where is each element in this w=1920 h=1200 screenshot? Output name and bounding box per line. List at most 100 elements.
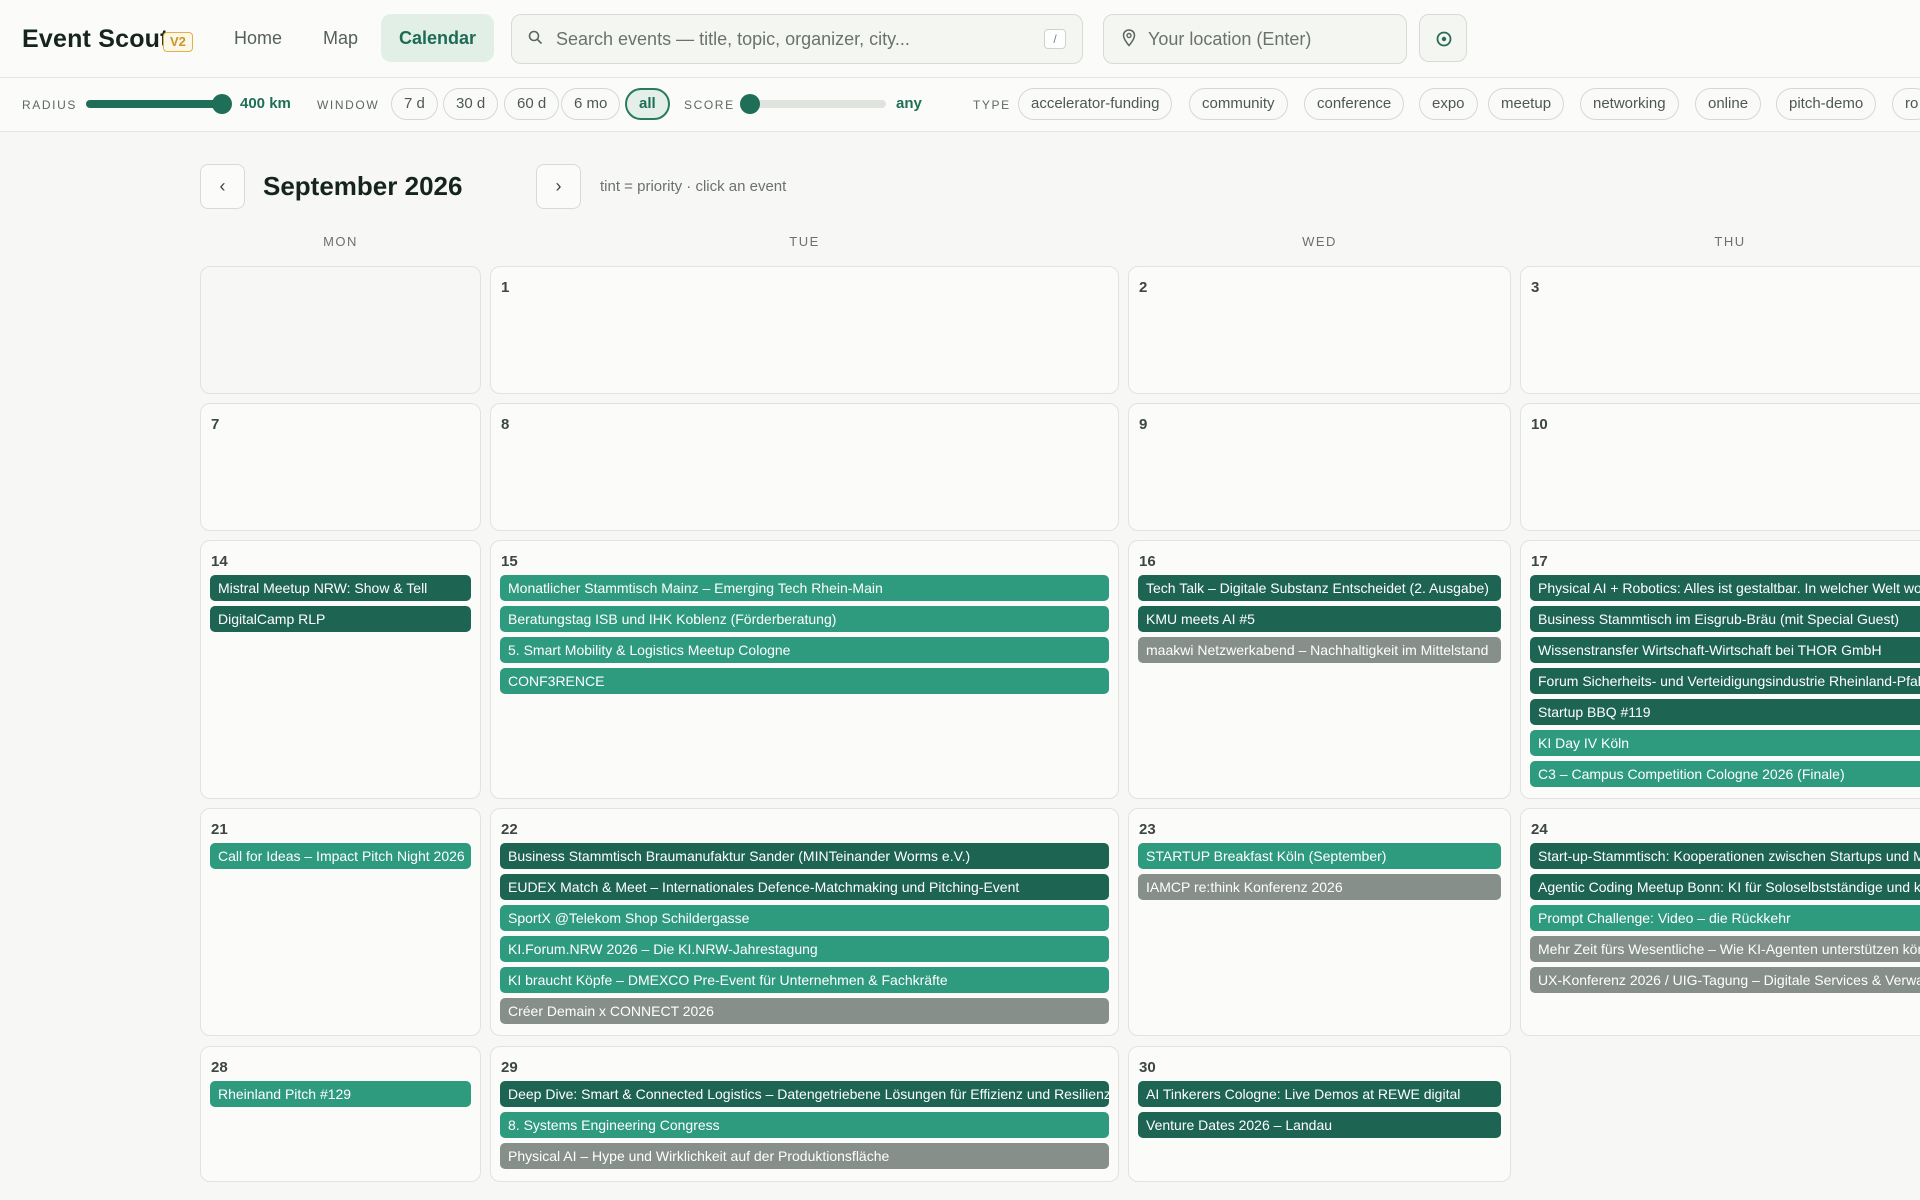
day-cell[interactable]: 28 Rheinland Pitch #129 [200,1046,481,1182]
day-cell[interactable]: 10 [1520,403,1920,531]
location-input[interactable]: Your location (Enter) [1103,14,1407,64]
event-chip[interactable]: Business Stammtisch Braumanufaktur Sande… [500,843,1109,869]
event-chip[interactable]: 5. Smart Mobility & Logistics Meetup Col… [500,637,1109,663]
score-slider[interactable] [740,92,888,116]
type-chip[interactable]: pitch-demo [1776,88,1877,120]
type-chip[interactable]: conference [1304,88,1405,120]
type-chip[interactable]: community [1189,88,1288,120]
event-chip[interactable]: 8. Systems Engineering Congress [500,1112,1109,1138]
day-cell[interactable]: 22 Business Stammtisch Braumanufaktur San… [490,808,1119,1036]
event-chip[interactable]: DigitalCamp RLP [210,606,471,632]
prev-month-button[interactable]: ‹ [200,164,245,209]
weekday-wed: WED [1302,234,1337,249]
event-chip[interactable]: IAMCP re:think Konferenz 2026 [1138,874,1501,900]
radius-slider[interactable] [86,92,232,116]
day-cell[interactable]: 2 [1128,266,1511,394]
event-chip[interactable]: Startup BBQ #119 [1530,699,1920,725]
event-chip[interactable]: Physical AI – Hype und Wirklichkeit auf … [500,1143,1109,1169]
event-chip[interactable]: Mistral Meetup NRW: Show & Tell [210,575,471,601]
day-cell[interactable]: 15 Monatlicher Stammtisch Mainz – Emergin… [490,540,1119,799]
day-cell[interactable] [200,266,481,394]
radius-fill [86,100,222,108]
day-number: 17 [1531,553,1548,570]
day-number: 28 [211,1059,228,1076]
event-chip[interactable]: AI Tinkerers Cologne: Live Demos at REWE… [1138,1081,1501,1107]
day-number: 21 [211,821,228,838]
event-list: Deep Dive: Smart & Connected Logistics –… [500,1081,1109,1174]
radius-value: 400 km [240,95,291,112]
event-list: Mistral Meetup NRW: Show & Tell DigitalCa… [210,575,471,637]
window-7d[interactable]: 7 d [391,88,438,120]
window-6mo[interactable]: 6 mo [561,88,621,120]
event-chip[interactable]: Prompt Challenge: Video – die Rückkehr [1530,905,1920,931]
day-cell[interactable]: 23 STARTUP Breakfast Köln (September) IAMC… [1128,808,1511,1036]
event-chip[interactable]: Mehr Zeit fürs Wesentliche – Wie KI-Agen… [1530,936,1920,962]
event-chip[interactable]: KMU meets AI #5 [1138,606,1501,632]
day-cell[interactable]: 24 Start-up-Stammtisch: Kooperationen zwi… [1520,808,1920,1036]
event-chip[interactable]: Créer Demain x CONNECT 2026 [500,998,1109,1024]
day-cell[interactable]: 17 Physical AI + Robotics: Alles ist gest… [1520,540,1920,799]
event-chip[interactable]: KI Day IV Köln [1530,730,1920,756]
event-chip[interactable]: CONF3RENCE [500,668,1109,694]
event-chip[interactable]: Business Stammtisch im Eisgrub-Bräu (mit… [1530,606,1920,632]
event-chip[interactable]: Tech Talk – Digitale Substanz Entscheide… [1138,575,1501,601]
day-cell[interactable]: 29 Deep Dive: Smart & Connected Logistics… [490,1046,1119,1182]
event-list: Monatlicher Stammtisch Mainz – Emerging … [500,575,1109,699]
radius-handle[interactable] [212,94,232,114]
day-cell[interactable]: 7 [200,403,481,531]
day-number: 24 [1531,821,1548,838]
window-label: WINDOW [317,98,380,112]
day-number: 15 [501,553,518,570]
search-icon [528,30,542,44]
day-number: 22 [501,821,518,838]
day-cell[interactable]: 9 [1128,403,1511,531]
day-cell[interactable]: 1 [490,266,1119,394]
event-chip[interactable]: C3 – Campus Competition Cologne 2026 (Fi… [1530,761,1920,787]
day-cell[interactable]: 14 Mistral Meetup NRW: Show & Tell Digital… [200,540,481,799]
event-chip[interactable]: Forum Sicherheits- und Verteidigungsindu… [1530,668,1920,694]
nav-map[interactable]: Map [305,14,376,62]
score-handle[interactable] [740,94,760,114]
day-number: 10 [1531,416,1548,433]
event-chip[interactable]: SportX @Telekom Shop Schildergasse [500,905,1109,931]
event-chip[interactable]: Venture Dates 2026 – Landau [1138,1112,1501,1138]
event-chip[interactable]: Start-up-Stammtisch: Kooperationen zwisc… [1530,843,1920,869]
window-all[interactable]: all [625,88,670,120]
day-cell[interactable]: 3 [1520,266,1920,394]
event-chip[interactable]: STARTUP Breakfast Köln (September) [1138,843,1501,869]
event-chip[interactable]: Deep Dive: Smart & Connected Logistics –… [500,1081,1109,1107]
day-number: 29 [501,1059,518,1076]
event-chip[interactable]: KI braucht Köpfe – DMEXCO Pre-Event für … [500,967,1109,993]
locate-target-icon [1436,31,1452,47]
weekday-thu: THU [1714,234,1746,249]
event-chip[interactable]: Beratungstag ISB und IHK Koblenz (Förder… [500,606,1109,632]
search-input[interactable]: Search events — title, topic, organizer,… [511,14,1083,64]
type-chip[interactable]: online [1695,88,1762,120]
nav-home[interactable]: Home [216,14,300,62]
event-chip[interactable]: Call for Ideas – Impact Pitch Night 2026 [210,843,471,869]
day-number: 3 [1531,279,1540,296]
type-chip[interactable]: meetup [1488,88,1565,120]
event-chip[interactable]: Wissenstransfer Wirtschaft-Wirtschaft be… [1530,637,1920,663]
event-chip[interactable]: EUDEX Match & Meet – Internationales Def… [500,874,1109,900]
type-chip[interactable]: networking [1580,88,1679,120]
event-chip[interactable]: Monatlicher Stammtisch Mainz – Emerging … [500,575,1109,601]
type-chip[interactable]: expo [1419,88,1478,120]
type-chip[interactable]: ro [1892,88,1920,120]
nav-calendar[interactable]: Calendar [381,14,495,62]
locate-me-button[interactable] [1419,14,1467,62]
window-30d[interactable]: 30 d [443,88,499,120]
day-cell[interactable]: 8 [490,403,1119,531]
next-month-button[interactable]: › [536,164,581,209]
event-chip[interactable]: maakwi Netzwerkabend – Nachhaltigkeit im… [1138,637,1501,663]
event-chip[interactable]: Rheinland Pitch #129 [210,1081,471,1107]
day-cell[interactable]: 21 Call for Ideas – Impact Pitch Night 20… [200,808,481,1036]
type-chip[interactable]: accelerator-funding [1018,88,1173,120]
day-cell[interactable]: 30 AI Tinkerers Cologne: Live Demos at RE… [1128,1046,1511,1182]
day-cell[interactable]: 16 Tech Talk – Digitale Substanz Entschei… [1128,540,1511,799]
event-chip[interactable]: KI.Forum.NRW 2026 – Die KI.NRW-Jahrestag… [500,936,1109,962]
event-chip[interactable]: Agentic Coding Meetup Bonn: KI für Solos… [1530,874,1920,900]
event-chip[interactable]: UX-Konferenz 2026 / UIG-Tagung – Digital… [1530,967,1920,993]
event-chip[interactable]: Physical AI + Robotics: Alles ist gestal… [1530,575,1920,601]
window-60d[interactable]: 60 d [504,88,560,120]
